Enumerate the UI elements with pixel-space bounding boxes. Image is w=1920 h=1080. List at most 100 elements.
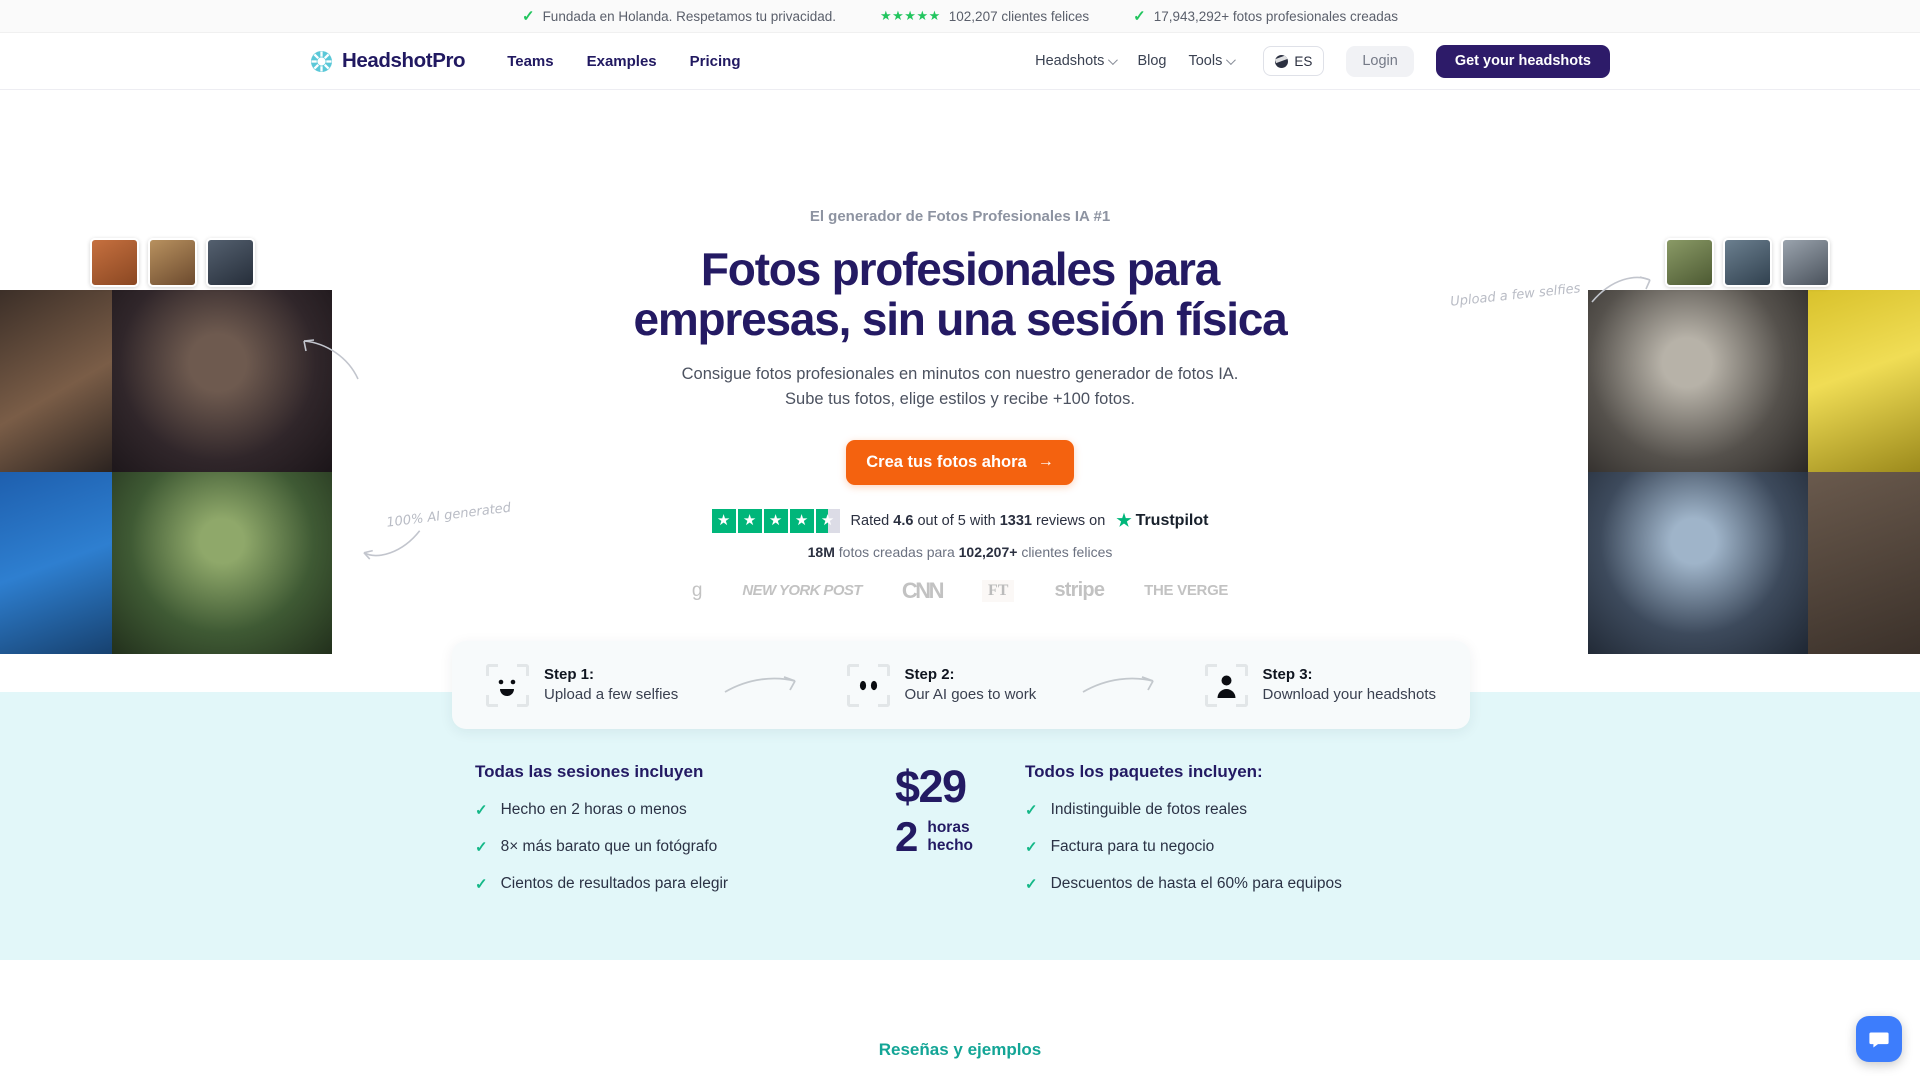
trustpilot-stars: ★ ★ ★ ★ ★ (711, 508, 840, 533)
chevron-down-icon (1226, 54, 1237, 65)
check-icon: ✓ (1025, 839, 1038, 856)
benefit-label: Descuentos de hasta el 60% para equipos (1050, 875, 1342, 892)
nav-link-headshots-label: Headshots (1035, 53, 1105, 69)
benefits-right-title: Todos los paquetes incluyen: (1025, 762, 1263, 781)
person-scan-icon (1204, 663, 1248, 707)
star-icon: ★ (1116, 510, 1132, 530)
trust-item-photos: ✓ 17,943,292+ fotos profesionales creada… (1133, 9, 1398, 24)
turnaround-number: 2 (895, 813, 919, 860)
trustpilot-reviews: 1331 (999, 512, 1032, 529)
step-desc: Our AI goes to work (904, 686, 1037, 703)
step-3-text: Step 3: Download your headshots (1263, 665, 1436, 706)
eyes-scan-icon (846, 663, 890, 707)
language-selector[interactable]: ES (1263, 46, 1325, 76)
create-photos-button[interactable]: Crea tus fotos ahora → (846, 439, 1074, 485)
press-logo-verge: THE VERGE (1144, 582, 1229, 600)
press-logo-ft: FT (982, 579, 1015, 602)
trust-item-rating: ★★★★★ 102,207 clientes felices (880, 8, 1089, 24)
nav-link-teams[interactable]: Teams (507, 53, 553, 70)
nav-primary-links: Teams Examples Pricing (507, 53, 740, 70)
press-logo-cnn: CNN (901, 577, 945, 603)
benefit-label: Hecho en 2 horas o menos (500, 801, 687, 818)
main-navigation: HeadshotPro Teams Examples Pricing Heads… (0, 33, 1920, 90)
check-icon: ✓ (1025, 876, 1038, 893)
scribble-arrow-right (1591, 276, 1651, 303)
globe-icon (1275, 54, 1289, 68)
press-logos: g NEW YORK POST CNN FT stripe THE VERGE (0, 578, 1920, 604)
benefits-section: Todas las sesiones incluyen ✓ Hecho en 2… (0, 692, 1920, 960)
nav-link-pricing[interactable]: Pricing (690, 53, 741, 70)
benefit-item: ✓ Hecho en 2 horas o menos (475, 801, 895, 819)
check-icon: ✓ (521, 7, 535, 25)
hero-section: 100% AI generated Upload a few selfies E… (0, 90, 1920, 690)
nav-link-examples[interactable]: Examples (587, 53, 657, 70)
trustpilot-rating[interactable]: ★ ★ ★ ★ ★ Rated 4.6 out of 5 with 1331 r… (0, 508, 1920, 533)
login-button[interactable]: Login (1346, 45, 1414, 77)
benefit-item: ✓ Indistinguible de fotos reales (1025, 801, 1445, 819)
nav-link-blog[interactable]: Blog (1137, 53, 1166, 69)
benefit-item: ✓ Descuentos de hasta el 60% para equipo… (1025, 875, 1445, 893)
reviews-section-heading: Reseñas y ejemplos (878, 1040, 1042, 1059)
press-logo-nypost: NEW YORK POST (742, 582, 862, 600)
face-scan-icon (486, 663, 529, 707)
benefit-item: ✓ Cientos de resultados para elegir (475, 875, 895, 893)
trustpilot-logo: ★ Trustpilot (1116, 510, 1209, 530)
star-half-icon: ★ (815, 508, 840, 533)
benefit-label: Indistinguible de fotos reales (1050, 801, 1248, 818)
aperture-logo-icon (310, 50, 333, 73)
price-amount: $29 (895, 761, 967, 812)
hero-stats: 18M fotos creadas para 102,207+ clientes… (807, 543, 1113, 560)
nav-secondary-area: Headshots Blog Tools ES Login Get your h… (1035, 44, 1610, 78)
trust-photos-text: 17,943,292+ fotos profesionales creadas (1153, 8, 1399, 24)
step-2: Step 2: Our AI goes to work (846, 663, 1037, 707)
subtitle-line-2: Sube tus fotos, elige estilos y recibe +… (785, 390, 1135, 409)
star-icon: ★ (763, 508, 788, 533)
check-icon: ✓ (475, 839, 488, 856)
subtitle-line-1: Consigue fotos profesionales en minutos … (681, 365, 1239, 384)
brand-logo[interactable]: HeadshotPro (310, 49, 466, 73)
star-icon: ★ (737, 508, 762, 533)
trustpilot-score: 4.6 (893, 512, 914, 529)
benefit-label: 8× más barato que un fotógrafo (500, 838, 718, 855)
step-title: Step 3: (1262, 665, 1313, 683)
top-trust-bar: ✓ Fundada en Holanda. Respetamos tu priv… (0, 0, 1920, 33)
brand-name: HeadshotPro (342, 49, 466, 72)
cta-label: Crea tus fotos ahora (866, 452, 1027, 471)
hero-eyebrow: El generador de Fotos Profesionales IA #… (809, 208, 1111, 225)
step-arrow-1 (678, 672, 846, 698)
scribble-arrow-left-down (303, 339, 359, 380)
press-logo-google: g (691, 579, 703, 601)
step-3: Step 3: Download your headshots (1204, 663, 1436, 707)
nav-link-headshots[interactable]: Headshots (1035, 53, 1119, 69)
chat-bubble-icon (1869, 1032, 1889, 1048)
check-icon: ✓ (475, 876, 488, 893)
language-code: ES (1294, 53, 1313, 69)
chevron-down-icon (1108, 54, 1119, 65)
nav-link-tools-label: Tools (1188, 53, 1223, 69)
trust-item-privacy: ✓ Fundada en Holanda. Respetamos tu priv… (522, 9, 836, 24)
star-icon: ★ (711, 508, 736, 533)
benefit-item: ✓ 8× más barato que un fotógrafo (475, 838, 895, 856)
stat-clients: 102,207+ (958, 543, 1018, 560)
trust-clients-text: 102,207 clientes felices (948, 8, 1090, 24)
get-your-headshots-button[interactable]: Get your headshots (1435, 44, 1610, 78)
trustpilot-text: Rated 4.6 out of 5 with 1331 reviews on (850, 512, 1106, 529)
press-logo-stripe: stripe (1054, 579, 1105, 602)
step-desc: Download your headshots (1262, 686, 1436, 703)
star-icon: ★ (789, 508, 814, 533)
benefit-item: ✓ Factura para tu negocio (1025, 838, 1445, 856)
step-1: Step 1: Upload a few selfies (486, 663, 679, 707)
turnaround-unit: horas hecho (927, 819, 974, 854)
step-title: Step 1: (544, 665, 595, 683)
stat-photos: 18M (807, 543, 835, 560)
benefit-label: Cientos de resultados para elegir (500, 875, 729, 892)
nav-link-tools[interactable]: Tools (1188, 53, 1237, 69)
benefits-right-column: Todos los paquetes incluyen: ✓ Indisting… (1025, 762, 1445, 912)
price-block: $29 2 horas hecho (895, 762, 1025, 857)
benefits-left-column: Todas las sesiones incluyen ✓ Hecho en 2… (475, 762, 895, 912)
step-desc: Upload a few selfies (544, 686, 679, 703)
step-arrow-2 (1036, 672, 1204, 698)
step-title: Step 2: (904, 665, 955, 683)
page-root: ✓ Fundada en Holanda. Respetamos tu priv… (0, 0, 1920, 1080)
chat-widget-button[interactable] (1856, 1016, 1902, 1062)
